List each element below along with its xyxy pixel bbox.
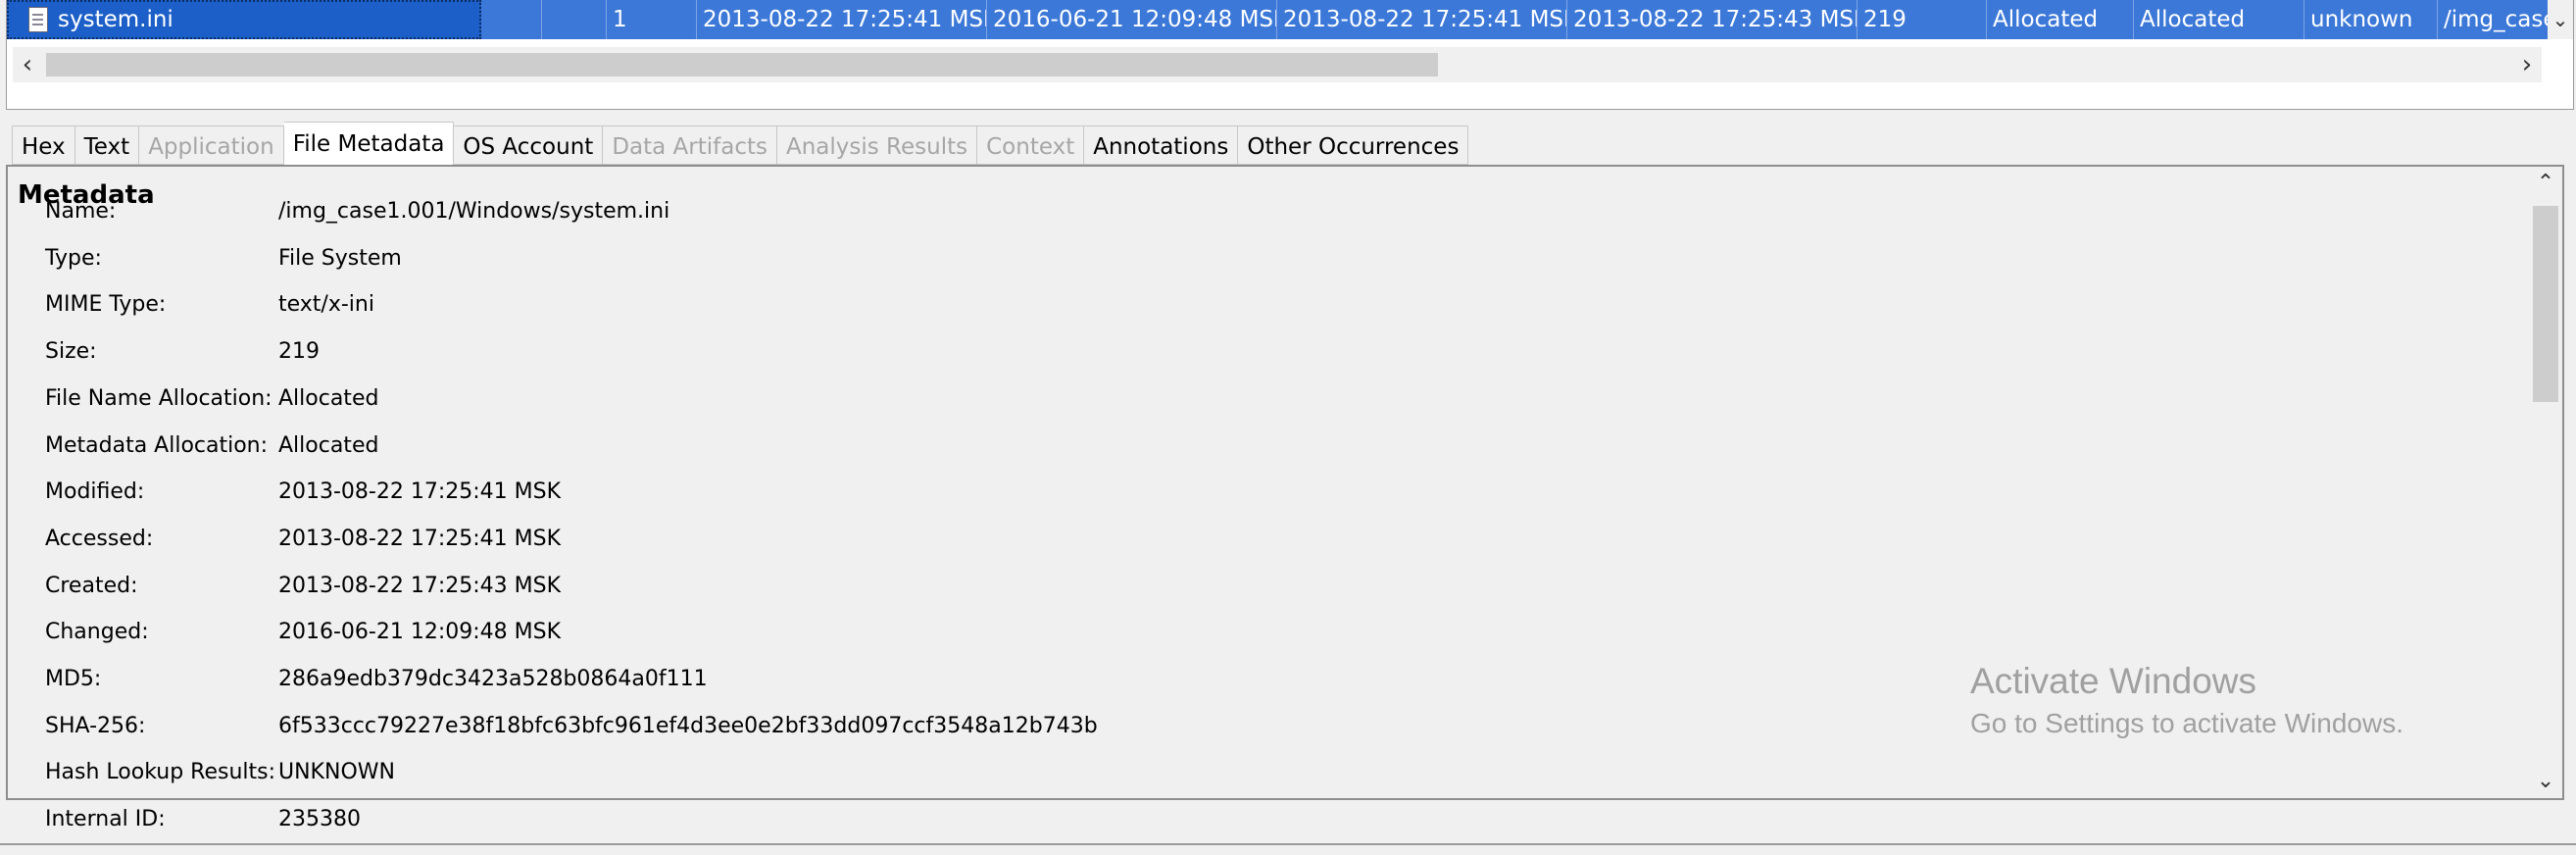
content-viewer-tabs: Hex Text Application File Metadata OS Accoun…	[12, 122, 1469, 165]
metadata-value: Allocated	[278, 432, 379, 458]
metadata-row: Changed: 2016-06-21 12:09:48 MSK	[45, 613, 561, 652]
horizontal-scrollbar[interactable]: ‹ ›	[13, 47, 2542, 82]
metadata-label: Modified:	[45, 479, 145, 505]
chevron-left-icon[interactable]: ‹	[13, 47, 42, 82]
metadata-label: Internal ID:	[45, 807, 166, 832]
metadata-value: 2013-08-22 17:25:41 MSK	[278, 479, 562, 505]
metadata-label: File Name Allocation:	[45, 385, 272, 411]
tab-context: Context	[977, 126, 1085, 165]
watermark-subtitle: Go to Settings to activate Windows.	[1970, 708, 2403, 738]
metadata-row: Metadata Allocation: Allocated	[45, 427, 378, 466]
metadata-label: Size:	[45, 339, 97, 365]
metadata-row: Accessed: 2013-08-22 17:25:41 MSK	[45, 520, 561, 559]
tab-application: Application	[139, 126, 284, 165]
metadata-value: UNKNOWN	[278, 760, 395, 785]
metadata-row: Name: /img_case1.001/Windows/system.ini	[45, 192, 669, 231]
cell-col4[interactable]: 1	[607, 0, 697, 39]
metadata-row: Created: 2013-08-22 17:25:43 MSK	[45, 567, 561, 606]
metadata-value: text/x-ini	[278, 292, 374, 318]
metadata-row: Internal ID: 235380	[45, 800, 361, 839]
cell-size[interactable]: 219	[1858, 0, 1987, 39]
vertical-scrollbar-thumb[interactable]	[2533, 206, 2558, 402]
metadata-label: Type:	[45, 245, 102, 271]
metadata-row: SHA-256: 6f533ccc79227e38f18bfc63bfc961ef…	[45, 707, 1098, 746]
metadata-value: 6f533ccc79227e38f18bfc63bfc961ef4d3ee0e2…	[278, 713, 1098, 738]
metadata-row: MD5: 286a9edb379dc3423a528b0864a0f111	[45, 660, 708, 699]
metadata-label: Accessed:	[45, 526, 154, 551]
metadata-value: 2013-08-22 17:25:41 MSK	[278, 526, 562, 551]
file-icon	[28, 7, 48, 32]
cell-name-allocation[interactable]: Allocated	[1987, 0, 2134, 39]
cell-col3[interactable]	[542, 0, 607, 39]
cell-accessed[interactable]: 2013-08-22 17:25:41 MSK	[1277, 0, 1567, 39]
metadata-value: 219	[278, 339, 320, 365]
cell-created[interactable]: 2013-08-22 17:25:43 MSK	[1567, 0, 1858, 39]
tab-os-account[interactable]: OS Account	[454, 126, 604, 165]
metadata-label: Hash Lookup Results:	[45, 760, 276, 785]
vertical-scrollbar[interactable]: ⌃ ⌄	[2529, 167, 2562, 798]
metadata-row: Size: 219	[45, 332, 320, 372]
metadata-label: MIME Type:	[45, 292, 167, 318]
tab-annotations[interactable]: Annotations	[1084, 126, 1239, 165]
cell-changed[interactable]: 2016-06-21 12:09:48 MSK	[987, 0, 1277, 39]
metadata-value: 2013-08-22 17:25:43 MSK	[278, 573, 562, 598]
chevron-down-icon[interactable]: ⌄	[2548, 0, 2573, 39]
chevron-down-icon[interactable]: ⌄	[2529, 765, 2562, 798]
metadata-value: File System	[278, 245, 402, 271]
metadata-row: File Name Allocation: Allocated	[45, 379, 378, 419]
metadata-label: SHA-256:	[45, 713, 146, 738]
watermark-title: Activate Windows	[1970, 661, 2256, 701]
cell-name-text: system.ini	[58, 7, 173, 32]
metadata-value: 2016-06-21 12:09:48 MSK	[278, 620, 562, 645]
results-table: system.ini 1 2013-08-22 17:25:41 MSK 201…	[6, 0, 2574, 110]
metadata-row: Modified: 2013-08-22 17:25:41 MSK	[45, 473, 561, 512]
table-row-selected[interactable]: system.ini 1 2013-08-22 17:25:41 MSK 201…	[7, 0, 2550, 39]
cell-known[interactable]: unknown	[2304, 0, 2438, 39]
horizontal-scrollbar-thumb[interactable]	[46, 53, 1438, 76]
tab-text[interactable]: Text	[74, 126, 140, 165]
metadata-row: MIME Type: text/x-ini	[45, 285, 374, 325]
metadata-row: Hash Lookup Results: UNKNOWN	[45, 753, 395, 792]
metadata-label: Metadata Allocation:	[45, 432, 269, 458]
chevron-up-icon[interactable]: ⌃	[2529, 167, 2562, 200]
metadata-label: Created:	[45, 573, 138, 598]
tab-analysis-results: Analysis Results	[776, 126, 978, 165]
cell-name[interactable]: system.ini	[7, 0, 481, 39]
divider	[0, 843, 2576, 845]
metadata-value: Allocated	[278, 385, 379, 411]
tab-other-occurrences[interactable]: Other Occurrences	[1238, 126, 1469, 165]
tab-data-artifacts: Data Artifacts	[603, 126, 777, 165]
metadata-value: 286a9edb379dc3423a528b0864a0f111	[278, 667, 708, 691]
tab-file-metadata[interactable]: File Metadata	[283, 122, 455, 165]
metadata-label: MD5:	[45, 667, 102, 691]
cell-modified[interactable]: 2013-08-22 17:25:41 MSK	[697, 0, 987, 39]
cell-metadata-allocation[interactable]: Allocated	[2134, 0, 2304, 39]
activate-windows-watermark: Activate Windows Go to Settings to activ…	[1970, 659, 2403, 743]
metadata-value: /img_case1.001/Windows/system.ini	[278, 199, 670, 224]
cell-location[interactable]: /img_case	[2438, 0, 2550, 39]
metadata-row: Type: File System	[45, 239, 402, 278]
cell-col2[interactable]	[481, 0, 542, 39]
metadata-label: Changed:	[45, 620, 149, 645]
chevron-right-icon[interactable]: ›	[2512, 47, 2542, 82]
tab-hex[interactable]: Hex	[12, 126, 75, 165]
metadata-value: 235380	[278, 807, 361, 832]
metadata-label: Name:	[45, 199, 117, 224]
